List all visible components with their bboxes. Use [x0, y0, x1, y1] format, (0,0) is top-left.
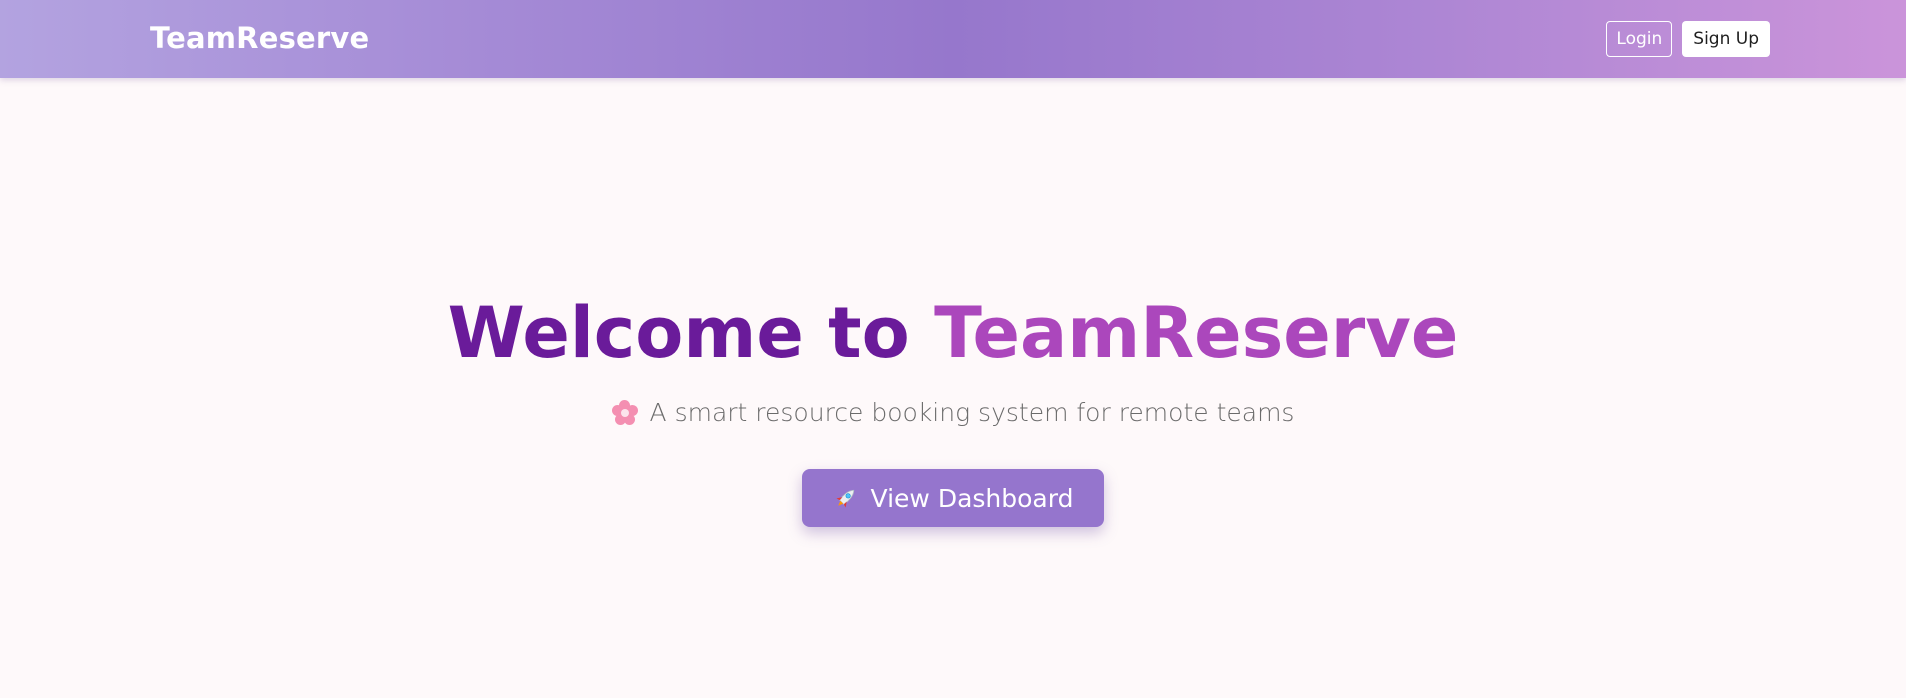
hero-title-prefix: Welcome to — [447, 292, 935, 374]
brand-logo[interactable]: TeamReserve — [150, 21, 369, 55]
hero-title: Welcome to TeamReserve — [0, 290, 1906, 376]
cta-wrapper: View Dashboard — [0, 469, 1906, 527]
nav-actions: Login Sign Up — [1606, 21, 1770, 57]
hero-subtitle: A smart resource booking system for remo… — [0, 398, 1906, 427]
rocket-icon — [836, 489, 854, 508]
view-dashboard-label: View Dashboard — [870, 483, 1074, 513]
hero-section: Welcome to TeamReserve A smart resource … — [0, 290, 1906, 527]
hero-title-accent: TeamReserve — [934, 292, 1459, 374]
cherry-blossom-icon — [611, 399, 638, 426]
hero-subtitle-text: A smart resource booking system for remo… — [649, 398, 1295, 427]
login-button[interactable]: Login — [1606, 21, 1673, 57]
signup-button[interactable]: Sign Up — [1682, 21, 1770, 57]
top-navbar: TeamReserve Login Sign Up — [0, 0, 1906, 78]
view-dashboard-button[interactable]: View Dashboard — [801, 469, 1105, 527]
